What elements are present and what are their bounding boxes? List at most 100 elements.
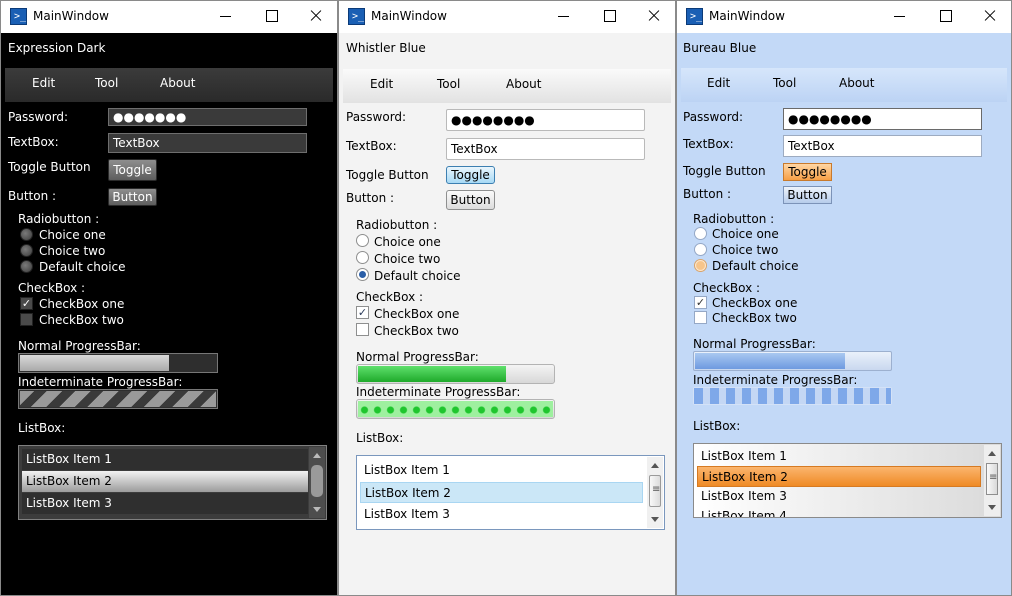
checkbox-two[interactable] [356, 323, 369, 336]
menu-edit[interactable]: Edit [370, 77, 393, 91]
maximize-icon[interactable] [603, 9, 617, 23]
maximize-icon[interactable] [265, 9, 279, 23]
radio-choice-one[interactable] [20, 228, 33, 241]
list-item[interactable]: ListBox Item 4 [697, 506, 981, 517]
radio-choice-one[interactable] [694, 227, 707, 240]
text-input[interactable]: TextBox [783, 135, 982, 157]
normal-progressbar-label: Normal ProgressBar: [693, 337, 816, 351]
radio-choice-two[interactable] [20, 244, 33, 257]
radio-default-choice[interactable] [20, 260, 33, 273]
checkbox-one[interactable]: ✓ [356, 306, 369, 319]
checkbox-one[interactable]: ✓ [694, 296, 707, 309]
list-item[interactable]: ListBox Item 3 [360, 504, 643, 525]
radio-choice-one-label[interactable]: Choice one [712, 227, 779, 241]
menu-about[interactable]: About [160, 76, 195, 90]
listbox[interactable]: ListBox Item 1 ListBox Item 2 ListBox It… [356, 455, 665, 530]
title-bar[interactable]: >_ MainWindow [1, 1, 337, 33]
checkbox-two[interactable] [20, 313, 33, 326]
listbox-scrollbar[interactable] [309, 447, 325, 518]
close-icon[interactable] [647, 9, 661, 23]
radio-default-choice-label[interactable]: Default choice [374, 269, 461, 283]
menu-about[interactable]: About [839, 76, 874, 90]
scroll-up-icon[interactable] [313, 453, 321, 458]
scroll-down-icon[interactable] [651, 517, 659, 522]
scroll-up-icon[interactable] [988, 451, 996, 456]
scroll-thumb[interactable] [311, 465, 323, 497]
radio-default-choice[interactable] [356, 268, 369, 281]
menu-about[interactable]: About [506, 77, 541, 91]
textbox-label: TextBox: [683, 137, 734, 151]
scroll-up-icon[interactable] [651, 463, 659, 468]
radio-default-choice-label[interactable]: Default choice [712, 259, 799, 273]
checkbox-two-label[interactable]: CheckBox two [712, 311, 797, 325]
minimize-icon[interactable] [557, 9, 571, 23]
radio-choice-two-label[interactable]: Choice two [39, 244, 105, 258]
list-item[interactable]: ListBox Item 3 [22, 493, 308, 514]
listbox-scrollbar[interactable] [647, 457, 663, 528]
text-input[interactable]: TextBox [446, 138, 645, 160]
listbox-scrollbar[interactable] [984, 445, 1000, 516]
push-button[interactable]: Button [108, 188, 157, 206]
list-item[interactable]: ListBox Item 1 [360, 460, 643, 481]
close-icon[interactable] [309, 9, 323, 23]
window-expression-dark: >_ MainWindow Expression Dark Edit Tool … [0, 0, 338, 596]
radio-choice-two-label[interactable]: Choice two [374, 252, 440, 266]
menu-tool[interactable]: Tool [95, 76, 118, 90]
toggle-button[interactable]: Toggle [783, 163, 832, 181]
radio-choice-two-label[interactable]: Choice two [712, 243, 778, 257]
checkbox-one-label[interactable]: CheckBox one [374, 307, 459, 321]
list-item[interactable]: ListBox Item 1 [697, 446, 981, 467]
radio-choice-one[interactable] [356, 234, 369, 247]
minimize-icon[interactable] [893, 9, 907, 23]
password-label: Password: [683, 110, 744, 124]
checkbox-one[interactable]: ✓ [20, 297, 33, 310]
checkbox-one-label[interactable]: CheckBox one [39, 297, 124, 311]
menu-tool[interactable]: Tool [437, 77, 460, 91]
indeterminate-fill [20, 391, 216, 407]
close-icon[interactable] [983, 9, 997, 23]
toggle-button[interactable]: Toggle [108, 159, 157, 181]
title-bar[interactable]: >_ MainWindow [677, 1, 1011, 33]
text-input[interactable]: TextBox [108, 133, 307, 153]
push-button[interactable]: Button [446, 190, 495, 210]
scroll-thumb[interactable] [649, 475, 661, 507]
checkbox-group-label: CheckBox : [356, 290, 424, 304]
checkbox-two-label[interactable]: CheckBox two [374, 324, 459, 338]
push-button[interactable]: Button [783, 186, 832, 204]
minimize-icon[interactable] [219, 9, 233, 23]
list-item-selected[interactable]: ListBox Item 2 [22, 471, 308, 492]
title-bar[interactable]: >_ MainWindow [339, 1, 675, 33]
checkbox-two-label[interactable]: CheckBox two [39, 313, 124, 327]
list-item[interactable]: ListBox Item 3 [697, 486, 981, 507]
password-input[interactable]: ●●●●●●●● [446, 109, 645, 131]
theme-name-label: Expression Dark [8, 41, 106, 55]
menu-edit[interactable]: Edit [32, 76, 55, 90]
scroll-down-icon[interactable] [988, 505, 996, 510]
textbox-label: TextBox: [8, 135, 59, 149]
radiobutton-group-label: Radiobutton : [693, 212, 775, 226]
radio-choice-two[interactable] [694, 243, 707, 256]
radio-choice-one-label[interactable]: Choice one [374, 235, 441, 249]
toggle-button[interactable]: Toggle [446, 166, 495, 184]
button-label: Button : [683, 187, 732, 201]
menu-tool[interactable]: Tool [773, 76, 796, 90]
list-item-selected[interactable]: ListBox Item 2 [697, 466, 981, 487]
app-icon: >_ [686, 8, 703, 25]
scroll-down-icon[interactable] [313, 507, 321, 512]
checkbox-one-label[interactable]: CheckBox one [712, 296, 797, 310]
radio-default-choice-label[interactable]: Default choice [39, 260, 126, 274]
radio-choice-one-label[interactable]: Choice one [39, 228, 106, 242]
maximize-icon[interactable] [939, 9, 953, 23]
indeterminate-progressbar-label: Indeterminate ProgressBar: [356, 385, 521, 399]
listbox[interactable]: ListBox Item 1 ListBox Item 2 ListBox It… [693, 443, 1002, 518]
list-item[interactable]: ListBox Item 1 [22, 449, 308, 470]
radio-default-choice[interactable] [694, 259, 707, 272]
password-input[interactable]: ●●●●●●●● [783, 108, 982, 130]
listbox[interactable]: ListBox Item 1 ListBox Item 2 ListBox It… [18, 445, 327, 520]
menu-edit[interactable]: Edit [707, 76, 730, 90]
radio-choice-two[interactable] [356, 251, 369, 264]
scroll-thumb[interactable] [986, 463, 998, 495]
checkbox-two[interactable] [694, 311, 707, 324]
list-item-selected[interactable]: ListBox Item 2 [360, 482, 643, 503]
password-input[interactable]: ●●●●●●● [108, 108, 307, 126]
